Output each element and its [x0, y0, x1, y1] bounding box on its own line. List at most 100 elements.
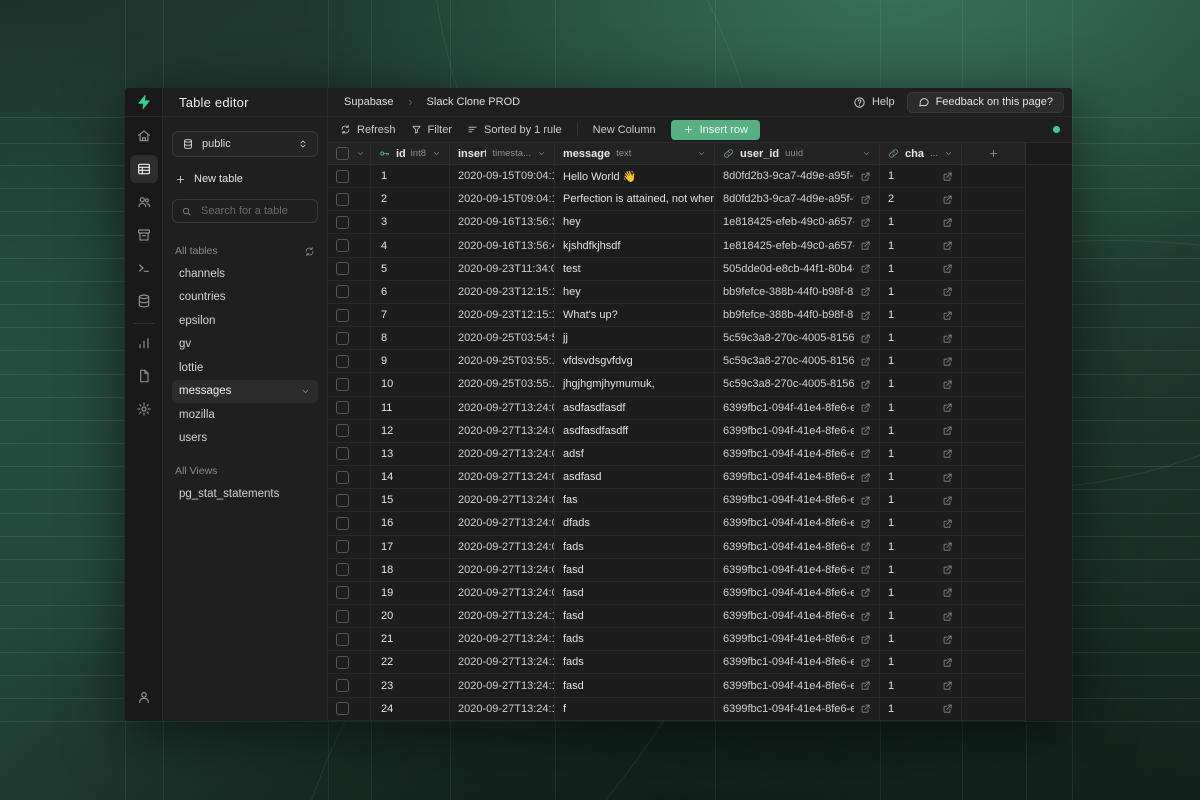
external-link-icon[interactable] — [860, 587, 871, 598]
cell-id[interactable]: 6 — [371, 281, 450, 304]
nav-settings[interactable] — [130, 395, 158, 423]
supabase-logo-icon[interactable] — [125, 88, 162, 117]
cell-channel-id[interactable]: 1 — [880, 651, 962, 674]
sidebar-table-item[interactable]: lottie — [172, 356, 318, 380]
cell-user-id[interactable]: 6399fbc1-094f-41e4-8fe6-e16e... — [715, 443, 880, 466]
row-checkbox[interactable] — [336, 262, 349, 275]
cell-channel-id[interactable]: 1 — [880, 582, 962, 605]
row-checkbox[interactable] — [336, 702, 349, 715]
row-checkbox[interactable] — [336, 540, 349, 553]
external-link-icon[interactable] — [860, 541, 871, 552]
row-checkbox[interactable] — [336, 633, 349, 646]
cell-channel-id[interactable]: 1 — [880, 373, 962, 396]
cell-user-id[interactable]: 6399fbc1-094f-41e4-8fe6-e16e... — [715, 698, 880, 721]
cell-user-id[interactable]: 6399fbc1-094f-41e4-8fe6-e16e... — [715, 420, 880, 443]
cell-channel-id[interactable]: 1 — [880, 628, 962, 651]
cell-id[interactable]: 1 — [371, 165, 450, 188]
refresh-tables-icon[interactable] — [304, 246, 315, 257]
row-checkbox[interactable] — [336, 447, 349, 460]
external-link-icon[interactable] — [942, 703, 953, 714]
cell-channel-id[interactable]: 2 — [880, 188, 962, 211]
cell-inserted-at[interactable]: 2020-09-27T13:24:0... — [450, 582, 555, 605]
cell-inserted-at[interactable]: 2020-09-27T13:24:0... — [450, 559, 555, 582]
cell-channel-id[interactable]: 1 — [880, 536, 962, 559]
cell-channel-id[interactable]: 1 — [880, 698, 962, 721]
cell-id[interactable]: 16 — [371, 512, 450, 535]
external-link-icon[interactable] — [860, 310, 871, 321]
cell-user-id[interactable]: 6399fbc1-094f-41e4-8fe6-e16e... — [715, 674, 880, 697]
row-select-cell[interactable] — [328, 373, 371, 396]
external-link-icon[interactable] — [942, 587, 953, 598]
cell-inserted-at[interactable]: 2020-09-23T12:15:19... — [450, 304, 555, 327]
schema-select[interactable]: public — [172, 131, 318, 157]
cell-inserted-at[interactable]: 2020-09-15T09:04:1... — [450, 188, 555, 211]
cell-message[interactable]: kjshdfkjhsdf — [555, 234, 715, 257]
external-link-icon[interactable] — [942, 356, 953, 367]
external-link-icon[interactable] — [860, 680, 871, 691]
external-link-icon[interactable] — [942, 310, 953, 321]
cell-inserted-at[interactable]: 2020-09-25T03:54:5... — [450, 327, 555, 350]
external-link-icon[interactable] — [860, 518, 871, 529]
cell-channel-id[interactable]: 1 — [880, 466, 962, 489]
nav-logs[interactable] — [130, 362, 158, 390]
row-select-cell[interactable] — [328, 397, 371, 420]
cell-message[interactable]: jhgjhgmjhymumuk, — [555, 373, 715, 396]
cell-user-id[interactable]: 6399fbc1-094f-41e4-8fe6-e16e... — [715, 512, 880, 535]
cell-inserted-at[interactable]: 2020-09-27T13:24:11... — [450, 698, 555, 721]
external-link-icon[interactable] — [860, 402, 871, 413]
row-select-cell[interactable] — [328, 350, 371, 373]
external-link-icon[interactable] — [942, 194, 953, 205]
cell-inserted-at[interactable]: 2020-09-16T13:56:37... — [450, 211, 555, 234]
cell-message[interactable]: fasd — [555, 605, 715, 628]
cell-inserted-at[interactable]: 2020-09-27T13:24:0... — [450, 443, 555, 466]
external-link-icon[interactable] — [942, 657, 953, 668]
cell-message[interactable]: hey — [555, 211, 715, 234]
select-all-checkbox[interactable] — [336, 147, 349, 160]
external-link-icon[interactable] — [860, 356, 871, 367]
cell-channel-id[interactable]: 1 — [880, 165, 962, 188]
cell-inserted-at[interactable]: 2020-09-23T11:34:0... — [450, 258, 555, 281]
row-checkbox[interactable] — [336, 471, 349, 484]
row-select-cell[interactable] — [328, 304, 371, 327]
cell-channel-id[interactable]: 1 — [880, 559, 962, 582]
refresh-button[interactable]: Refresh — [340, 124, 396, 136]
nav-database[interactable] — [130, 287, 158, 315]
cell-channel-id[interactable]: 1 — [880, 258, 962, 281]
insert-row-button[interactable]: Insert row — [671, 120, 760, 140]
row-checkbox[interactable] — [336, 285, 349, 298]
cell-id[interactable]: 11 — [371, 397, 450, 420]
external-link-icon[interactable] — [860, 634, 871, 645]
external-link-icon[interactable] — [860, 379, 871, 390]
external-link-icon[interactable] — [860, 611, 871, 622]
cell-channel-id[interactable]: 1 — [880, 512, 962, 535]
cell-inserted-at[interactable]: 2020-09-27T13:24:1... — [450, 651, 555, 674]
row-select-cell[interactable] — [328, 258, 371, 281]
cell-message[interactable]: fads — [555, 628, 715, 651]
nav-reports[interactable] — [130, 329, 158, 357]
row-select-cell[interactable] — [328, 582, 371, 605]
cell-channel-id[interactable]: 1 — [880, 420, 962, 443]
cell-channel-id[interactable]: 1 — [880, 489, 962, 512]
external-link-icon[interactable] — [942, 171, 953, 182]
row-select-cell[interactable] — [328, 420, 371, 443]
sort-button[interactable]: Sorted by 1 rule — [467, 124, 562, 136]
cell-channel-id[interactable]: 1 — [880, 211, 962, 234]
cell-id[interactable]: 7 — [371, 304, 450, 327]
external-link-icon[interactable] — [942, 402, 953, 413]
cell-message[interactable]: What's up? — [555, 304, 715, 327]
cell-id[interactable]: 9 — [371, 350, 450, 373]
cell-channel-id[interactable]: 1 — [880, 327, 962, 350]
column-header-user-id[interactable]: user_id uuid — [715, 143, 880, 165]
row-checkbox[interactable] — [336, 309, 349, 322]
cell-inserted-at[interactable]: 2020-09-27T13:24:0... — [450, 536, 555, 559]
cell-message[interactable]: test — [555, 258, 715, 281]
external-link-icon[interactable] — [942, 495, 953, 506]
row-select-cell[interactable] — [328, 628, 371, 651]
external-link-icon[interactable] — [942, 240, 953, 251]
row-select-cell[interactable] — [328, 443, 371, 466]
external-link-icon[interactable] — [860, 425, 871, 436]
cell-user-id[interactable]: 6399fbc1-094f-41e4-8fe6-e16e... — [715, 489, 880, 512]
external-link-icon[interactable] — [942, 286, 953, 297]
row-checkbox[interactable] — [336, 586, 349, 599]
cell-message[interactable]: fas — [555, 489, 715, 512]
